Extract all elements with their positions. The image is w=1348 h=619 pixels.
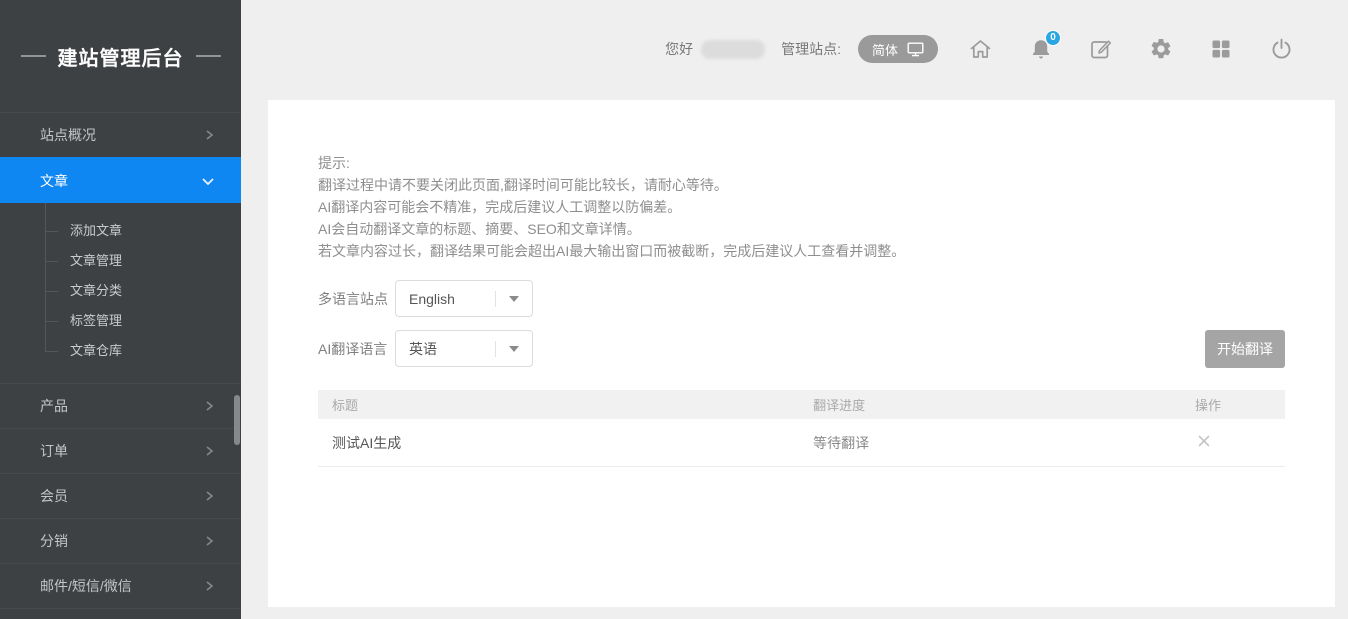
apps-button[interactable] xyxy=(1209,37,1233,61)
row-progress: 等待翻译 xyxy=(813,433,1195,453)
translate-table: 标题 翻译进度 操作 测试AI生成 等待翻译 xyxy=(318,390,1285,467)
tips-title: 提示: xyxy=(318,152,905,174)
sidebar-item-products[interactable]: 产品 xyxy=(0,383,241,428)
top-bar-content: 您好 管理站点: 简体 0 xyxy=(665,27,1294,71)
multilang-site-row: 多语言站点 English xyxy=(318,280,533,317)
sidebar-item-label: 分销 xyxy=(40,531,68,551)
top-bar: 您好 管理站点: 简体 0 xyxy=(241,0,1348,100)
table-header-actions: 操作 xyxy=(1195,395,1285,414)
submenu-item-article-repo[interactable]: 文章仓库 xyxy=(0,336,241,366)
tips-line: AI翻译内容可能会不精准，完成后建议人工调整以防偏差。 xyxy=(318,196,905,218)
username-redacted xyxy=(701,40,765,59)
site-language-label: 简体 xyxy=(872,40,898,59)
sidebar-item-mail-sms-wechat[interactable]: 邮件/短信/微信 xyxy=(0,563,241,608)
power-icon xyxy=(1269,37,1294,62)
sidebar-item-articles[interactable]: 文章 xyxy=(0,157,241,203)
home-icon xyxy=(968,37,993,61)
home-button[interactable] xyxy=(968,37,993,61)
submenu-item-label: 文章仓库 xyxy=(70,343,122,358)
remove-row-button[interactable] xyxy=(1195,432,1213,450)
row-title: 测试AI生成 xyxy=(318,433,813,453)
articles-submenu: 添加文章 文章管理 文章分类 标签管理 文章仓库 xyxy=(0,203,241,383)
submenu-item-label: 添加文章 xyxy=(70,223,122,238)
close-icon xyxy=(1197,434,1211,448)
submenu-item-label: 标签管理 xyxy=(70,313,122,328)
sidebar-item-label: 邮件/短信/微信 xyxy=(40,576,132,596)
ai-language-label: AI翻译语言 xyxy=(318,339,395,359)
site-language-pill[interactable]: 简体 xyxy=(858,35,938,63)
tips-line: 翻译过程中请不要关闭此页面,翻译时间可能比较长，请耐心等待。 xyxy=(318,174,905,196)
sidebar-item-orders[interactable]: 订单 xyxy=(0,428,241,473)
chevron-right-icon xyxy=(203,535,215,547)
sidebar-item-label: 产品 xyxy=(40,396,68,416)
main-panel: 提示: 翻译过程中请不要关闭此页面,翻译时间可能比较长，请耐心等待。 AI翻译内… xyxy=(268,100,1335,607)
submenu-item-article-manage[interactable]: 文章管理 xyxy=(0,246,241,276)
edit-icon xyxy=(1089,37,1113,61)
app-title-text: 建站管理后台 xyxy=(58,42,184,71)
chevron-down-icon xyxy=(201,175,215,187)
notifications-button[interactable]: 0 xyxy=(1029,37,1053,61)
chevron-right-icon xyxy=(203,400,215,412)
sidebar-item-label: 文章 xyxy=(40,171,68,191)
settings-button[interactable] xyxy=(1149,37,1173,61)
sidebar-item-label: 站点概况 xyxy=(40,125,96,145)
caret-down-icon xyxy=(496,296,532,302)
title-dash-left xyxy=(21,55,46,57)
greeting-text: 您好 xyxy=(665,39,693,59)
start-translate-button[interactable]: 开始翻译 xyxy=(1205,330,1285,368)
multilang-site-select[interactable]: English xyxy=(395,280,533,317)
chevron-right-icon xyxy=(203,490,215,502)
gear-icon xyxy=(1149,37,1173,61)
grid-icon xyxy=(1209,37,1233,61)
submenu-item-article-category[interactable]: 文章分类 xyxy=(0,276,241,306)
multilang-site-label: 多语言站点 xyxy=(318,289,395,309)
tips-line: AI会自动翻译文章的标题、摘要、SEO和文章详情。 xyxy=(318,218,905,240)
sidebar-item-distribution[interactable]: 分销 xyxy=(0,518,241,563)
title-dash-right xyxy=(196,55,221,57)
tips-block: 提示: 翻译过程中请不要关闭此页面,翻译时间可能比较长，请耐心等待。 AI翻译内… xyxy=(318,152,905,262)
submenu-item-label: 文章分类 xyxy=(70,283,122,298)
sidebar-item-label: 订单 xyxy=(40,441,68,461)
multilang-site-value: English xyxy=(396,291,495,307)
monitor-icon xyxy=(907,42,924,57)
logout-button[interactable] xyxy=(1269,37,1294,62)
ai-language-select[interactable]: 英语 xyxy=(395,330,533,367)
chevron-right-icon xyxy=(203,445,215,457)
row-actions xyxy=(1195,432,1285,453)
submenu-item-tag-manage[interactable]: 标签管理 xyxy=(0,306,241,336)
submenu-item-add-article[interactable]: 添加文章 xyxy=(0,216,241,246)
sidebar-menu: 站点概况 文章 添加文章 文章管理 文章分类 标签管理 xyxy=(0,112,241,609)
sidebar: 建站管理后台 站点概况 文章 添加文章 文章管理 文章分类 xyxy=(0,0,241,619)
table-header-row: 标题 翻译进度 操作 xyxy=(318,390,1285,419)
notification-badge: 0 xyxy=(1045,30,1061,46)
sidebar-scrollbar-thumb[interactable] xyxy=(234,395,240,445)
sidebar-item-site-overview[interactable]: 站点概况 xyxy=(0,112,241,157)
table-header-progress: 翻译进度 xyxy=(813,395,1195,414)
manage-site-label: 管理站点: xyxy=(781,39,841,59)
sidebar-item-members[interactable]: 会员 xyxy=(0,473,241,518)
chevron-right-icon xyxy=(203,580,215,592)
chevron-right-icon xyxy=(203,129,215,141)
table-header-title: 标题 xyxy=(318,395,813,414)
sidebar-item-label: 会员 xyxy=(40,486,68,506)
submenu-item-label: 文章管理 xyxy=(70,253,122,268)
table-row: 测试AI生成 等待翻译 xyxy=(318,419,1285,467)
ai-language-row: AI翻译语言 英语 xyxy=(318,330,533,367)
tips-line: 若文章内容过长，翻译结果可能会超出AI最大输出窗口而被截断，完成后建议人工查看并… xyxy=(318,240,905,262)
ai-language-value: 英语 xyxy=(396,339,495,359)
caret-down-icon xyxy=(496,346,532,352)
edit-button[interactable] xyxy=(1089,37,1113,61)
app-title: 建站管理后台 xyxy=(0,0,241,112)
